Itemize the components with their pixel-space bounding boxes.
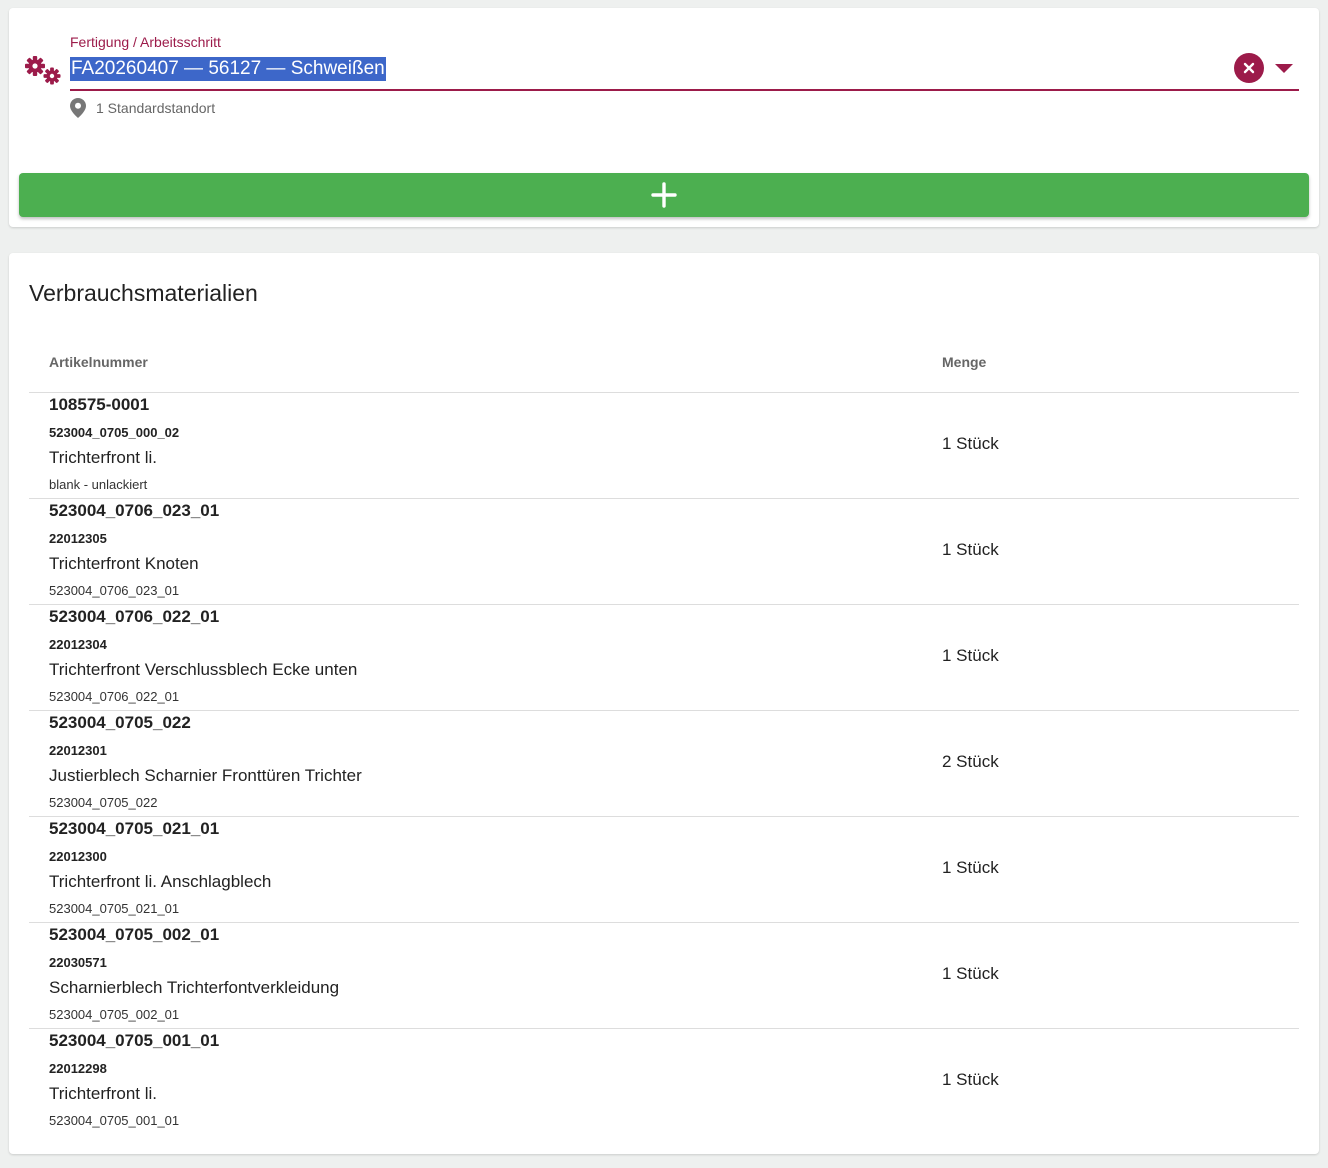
location-text: 1 Standardstandort <box>96 100 216 116</box>
article-code: 22012304 <box>49 637 107 652</box>
article-variant: blank - unlackiert <box>49 477 148 492</box>
quantity: 2 Stück <box>942 752 999 771</box>
materials-table: Artikelnummer Menge 108575-0001 523004_07… <box>29 337 1299 1134</box>
article-name: Scharnierblech Trichterfontverkleidung <box>49 978 340 997</box>
article-number: 523004_0706_022_01 <box>49 607 220 626</box>
dropdown-button[interactable] <box>1271 59 1297 77</box>
quantity: 1 Stück <box>942 646 999 665</box>
article-name: Trichterfront Verschlussblech Ecke unten <box>49 660 358 679</box>
add-button[interactable] <box>19 173 1309 217</box>
table-row[interactable]: 523004_0705_002_01 22030571 Scharnierblech… <box>29 923 1299 1029</box>
table-row[interactable]: 108575-0001 523004_0705_000_02 Trichterfro… <box>29 393 1299 499</box>
quantity: 1 Stück <box>942 964 999 983</box>
table-body: 108575-0001 523004_0705_000_02 Trichterfro… <box>29 393 1299 1134</box>
clear-button[interactable] <box>1234 53 1264 83</box>
table-row[interactable]: 523004_0706_023_01 22012305 Trichterfront … <box>29 499 1299 605</box>
selector-card: Fertigung / Arbeitsschritt FA20260407 — … <box>9 8 1319 227</box>
location-info: 1 Standardstandort <box>70 98 215 118</box>
table-row[interactable]: 523004_0705_021_01 22012300 Trichterfront … <box>29 817 1299 923</box>
article-name: Trichterfront Knoten <box>49 554 199 573</box>
quantity: 1 Stück <box>942 434 999 453</box>
article-variant: 523004_0705_021_01 <box>49 901 180 916</box>
close-icon <box>1243 62 1255 74</box>
article-code: 22012300 <box>49 849 107 864</box>
article-number: 523004_0705_001_01 <box>49 1031 220 1050</box>
article-variant: 523004_0706_023_01 <box>49 583 180 598</box>
article-number: 523004_0706_023_01 <box>49 501 220 520</box>
article-variant: 523004_0705_002_01 <box>49 1007 180 1022</box>
article-number: 108575-0001 <box>49 395 150 414</box>
article-code: 22012301 <box>49 743 107 758</box>
table-row[interactable]: 523004_0706_022_01 22012304 Trichterfront … <box>29 605 1299 711</box>
table-header: Artikelnummer Menge <box>29 337 1299 393</box>
selected-work-step[interactable]: FA20260407 — 56127 — Schweißen <box>70 57 386 81</box>
quantity: 1 Stück <box>942 1070 999 1089</box>
article-code: 523004_0705_000_02 <box>49 425 180 440</box>
materials-card: Verbrauchsmaterialien Artikelnummer Meng… <box>9 253 1319 1154</box>
work-step-select[interactable]: FA20260407 — 56127 — Schweißen <box>70 53 1299 91</box>
map-pin-icon <box>70 98 86 118</box>
field-label: Fertigung / Arbeitsschritt <box>70 34 221 50</box>
gears-icon <box>23 52 65 88</box>
plus-icon <box>651 182 677 208</box>
table-row[interactable]: 523004_0705_001_01 22012298 Trichterfront … <box>29 1029 1299 1134</box>
article-name: Justierblech Scharnier Fronttüren Tricht… <box>49 766 362 785</box>
article-name: Trichterfront li. Anschlagblech <box>49 872 272 891</box>
column-header-quantity: Menge <box>942 354 987 370</box>
quantity: 1 Stück <box>942 540 999 559</box>
quantity: 1 Stück <box>942 858 999 877</box>
article-code: 22012298 <box>49 1061 107 1076</box>
caret-down-icon <box>1275 63 1293 73</box>
article-number: 523004_0705_022 <box>49 713 191 732</box>
article-number: 523004_0705_002_01 <box>49 925 220 944</box>
table-row[interactable]: 523004_0705_022 22012301 Justierblech Scha… <box>29 711 1299 817</box>
article-name: Trichterfront li. <box>49 1084 158 1103</box>
article-code: 22030571 <box>49 955 107 970</box>
article-name: Trichterfront li. <box>49 448 158 467</box>
section-title: Verbrauchsmaterialien <box>29 280 258 306</box>
article-variant: 523004_0706_022_01 <box>49 689 180 704</box>
column-header-article: Artikelnummer <box>49 354 148 370</box>
article-variant: 523004_0705_022 <box>49 795 158 810</box>
article-number: 523004_0705_021_01 <box>49 819 220 838</box>
article-code: 22012305 <box>49 531 107 546</box>
article-variant: 523004_0705_001_01 <box>49 1113 180 1128</box>
